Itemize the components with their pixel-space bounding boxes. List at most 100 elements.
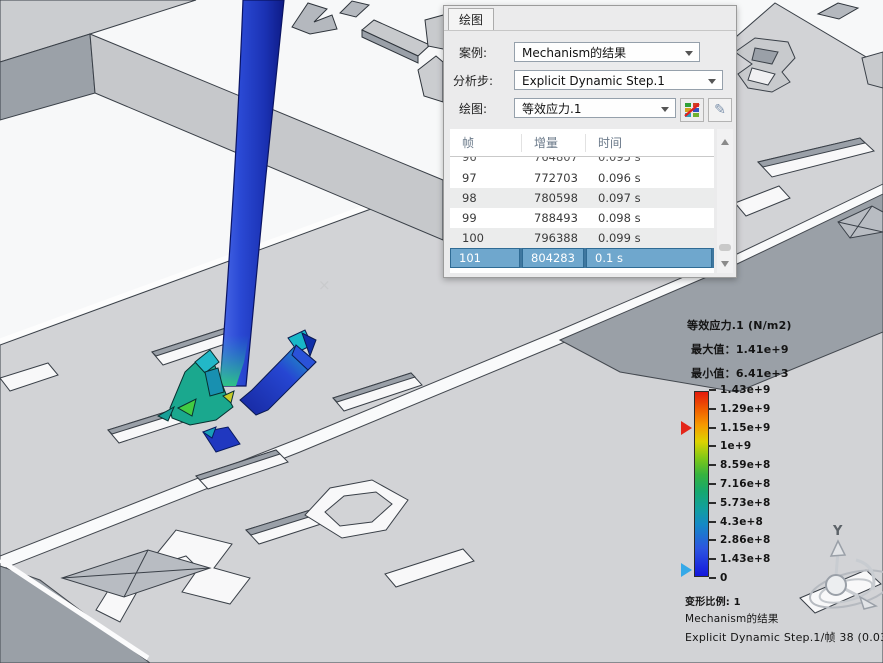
- edit-pencil-icon: ✎: [714, 102, 726, 118]
- table-row[interactable]: 1007963880.099 s: [450, 228, 714, 248]
- cell-time[interactable]: 0.099 s: [586, 228, 714, 248]
- tick-mark: [709, 502, 716, 504]
- case-dropdown[interactable]: Mechanism的结果: [514, 42, 700, 62]
- tick-label: 1.15e+9: [720, 422, 771, 434]
- scroll-down-icon[interactable]: [721, 261, 729, 267]
- plot-label: 绘图:: [459, 99, 487, 119]
- app-window: { "panel": { "tab_label": "绘图", "fields"…: [0, 0, 883, 663]
- step-dropdown[interactable]: Explicit Dynamic Step.1: [514, 70, 723, 90]
- legend-tick: 1.43e+8: [709, 553, 771, 565]
- cell-time[interactable]: 0.098 s: [586, 208, 714, 228]
- chevron-down-icon: [708, 79, 716, 84]
- case-label: 案例:: [459, 43, 487, 63]
- legend-tick: 4.3e+8: [709, 516, 771, 528]
- tick-label: 1.43e+9: [720, 384, 771, 396]
- step-frame-label: Explicit Dynamic Step.1/帧 38 (0.037 s): [685, 629, 883, 645]
- legend-colorbar: [694, 391, 709, 577]
- scrollbar-thumb[interactable]: [719, 244, 731, 251]
- cell-increment: 764807: [522, 157, 586, 167]
- tick-mark: [709, 539, 716, 541]
- contour-off-button[interactable]: [680, 98, 704, 122]
- legend-max: 最大值：1.41e+9: [691, 341, 789, 357]
- legend-min-label: 最小值：: [691, 367, 736, 380]
- legend-tick: 1.15e+9: [709, 422, 771, 434]
- legend-max-label: 最大值：: [691, 343, 736, 356]
- table-row-clipped[interactable]: 96 764807 0.095 s: [450, 157, 714, 168]
- tick-label: 2.86e+8: [720, 534, 771, 546]
- legend-min-marker: [681, 563, 692, 577]
- tick-label: 7.16e+8: [720, 478, 771, 490]
- tick-label: 4.3e+8: [720, 516, 763, 528]
- legend-tick: 1.43e+9: [709, 384, 771, 396]
- tick-mark: [709, 464, 716, 466]
- chevron-down-icon: [661, 107, 669, 112]
- legend-tick: 1.29e+9: [709, 403, 771, 415]
- result-name-label: Mechanism的结果: [685, 611, 779, 626]
- step-value: Explicit Dynamic Step.1: [522, 74, 665, 88]
- cell-frame[interactable]: 99: [450, 208, 522, 228]
- table-row[interactable]: 977727030.096 s: [450, 168, 714, 188]
- triad-y-label: Y: [833, 524, 842, 539]
- legend-ticks: 1.43e+9 1.29e+9 1.15e+9 1e+9 8.59e+8 7.16e+8 5…: [709, 384, 771, 584]
- cell-increment[interactable]: 804283: [522, 248, 584, 268]
- tick-label: 8.59e+8: [720, 459, 771, 471]
- frame-table: 帧 增量 时间 96 764807 0.095 s 977727030.096 …: [450, 129, 714, 273]
- legend-tick: 7.16e+8: [709, 478, 771, 490]
- table-scrollbar[interactable]: [717, 129, 733, 273]
- table-row[interactable]: 1018042830.1 s: [450, 248, 714, 268]
- tick-mark: [709, 408, 716, 410]
- edit-plot-button[interactable]: ✎: [708, 98, 732, 122]
- legend-title: 等效应力.1 (N/m2): [687, 317, 792, 333]
- cell-frame[interactable]: 100: [450, 228, 522, 248]
- cell-increment[interactable]: 780598: [522, 188, 586, 208]
- tab-divider: [444, 30, 736, 31]
- deformation-scale-label: 变形比例: 1: [685, 593, 741, 608]
- cell-increment[interactable]: 788493: [522, 208, 586, 228]
- header-frame[interactable]: 帧: [450, 134, 522, 152]
- tick-mark: [709, 427, 716, 429]
- header-increment[interactable]: 增量: [522, 134, 586, 152]
- legend-min-value: 6.41e+3: [736, 367, 789, 380]
- cell-time[interactable]: 0.1 s: [586, 248, 712, 268]
- cell-increment[interactable]: 772703: [522, 168, 586, 188]
- table-row[interactable]: 997884930.098 s: [450, 208, 714, 228]
- tick-mark: [709, 558, 716, 560]
- legend-max-marker: [681, 421, 692, 435]
- tick-label: 1.43e+8: [720, 553, 771, 565]
- cell-time[interactable]: 0.097 s: [586, 188, 714, 208]
- cell-frame: 96: [450, 157, 522, 167]
- legend-tick: 1e+9: [709, 440, 771, 452]
- tick-label: 1.29e+9: [720, 403, 771, 415]
- contour-off-icon: [684, 102, 700, 118]
- tick-label: 1e+9: [720, 440, 751, 452]
- legend-max-value: 1.41e+9: [736, 343, 789, 356]
- tick-label: 5.73e+8: [720, 497, 771, 509]
- scroll-up-icon[interactable]: [721, 139, 729, 145]
- tab-plot[interactable]: 绘图: [448, 8, 494, 31]
- table-row[interactable]: 987805980.097 s: [450, 188, 714, 208]
- tick-mark: [709, 445, 716, 447]
- triad-hub: [826, 575, 846, 595]
- cell-frame[interactable]: 98: [450, 188, 522, 208]
- tick-mark: [709, 389, 716, 391]
- cell-time: 0.095 s: [586, 157, 714, 167]
- frame-table-rows: 977727030.096 s987805980.097 s997884930.…: [450, 168, 714, 268]
- tick-mark: [709, 577, 716, 579]
- cell-frame[interactable]: 101: [450, 248, 520, 268]
- cell-frame[interactable]: 97: [450, 168, 522, 188]
- legend-tick: 0: [709, 572, 771, 584]
- legend-tick: 8.59e+8: [709, 459, 771, 471]
- cell-increment[interactable]: 796388: [522, 228, 586, 248]
- header-time[interactable]: 时间: [586, 134, 714, 152]
- legend-tick: 5.73e+8: [709, 497, 771, 509]
- plot-dropdown[interactable]: 等效应力.1: [514, 98, 676, 118]
- tick-label: 0: [720, 572, 728, 584]
- step-label: 分析步:: [453, 71, 493, 91]
- frame-table-header: 帧 增量 时间: [450, 129, 714, 157]
- plot-value: 等效应力.1: [522, 102, 581, 116]
- plot-dialog: 绘图 案例: Mechanism的结果 分析步: Explicit Dynami…: [443, 5, 737, 278]
- chevron-down-icon: [685, 51, 693, 56]
- cell-time[interactable]: 0.096 s: [586, 168, 714, 188]
- legend-tick: 2.86e+8: [709, 534, 771, 546]
- tick-mark: [709, 483, 716, 485]
